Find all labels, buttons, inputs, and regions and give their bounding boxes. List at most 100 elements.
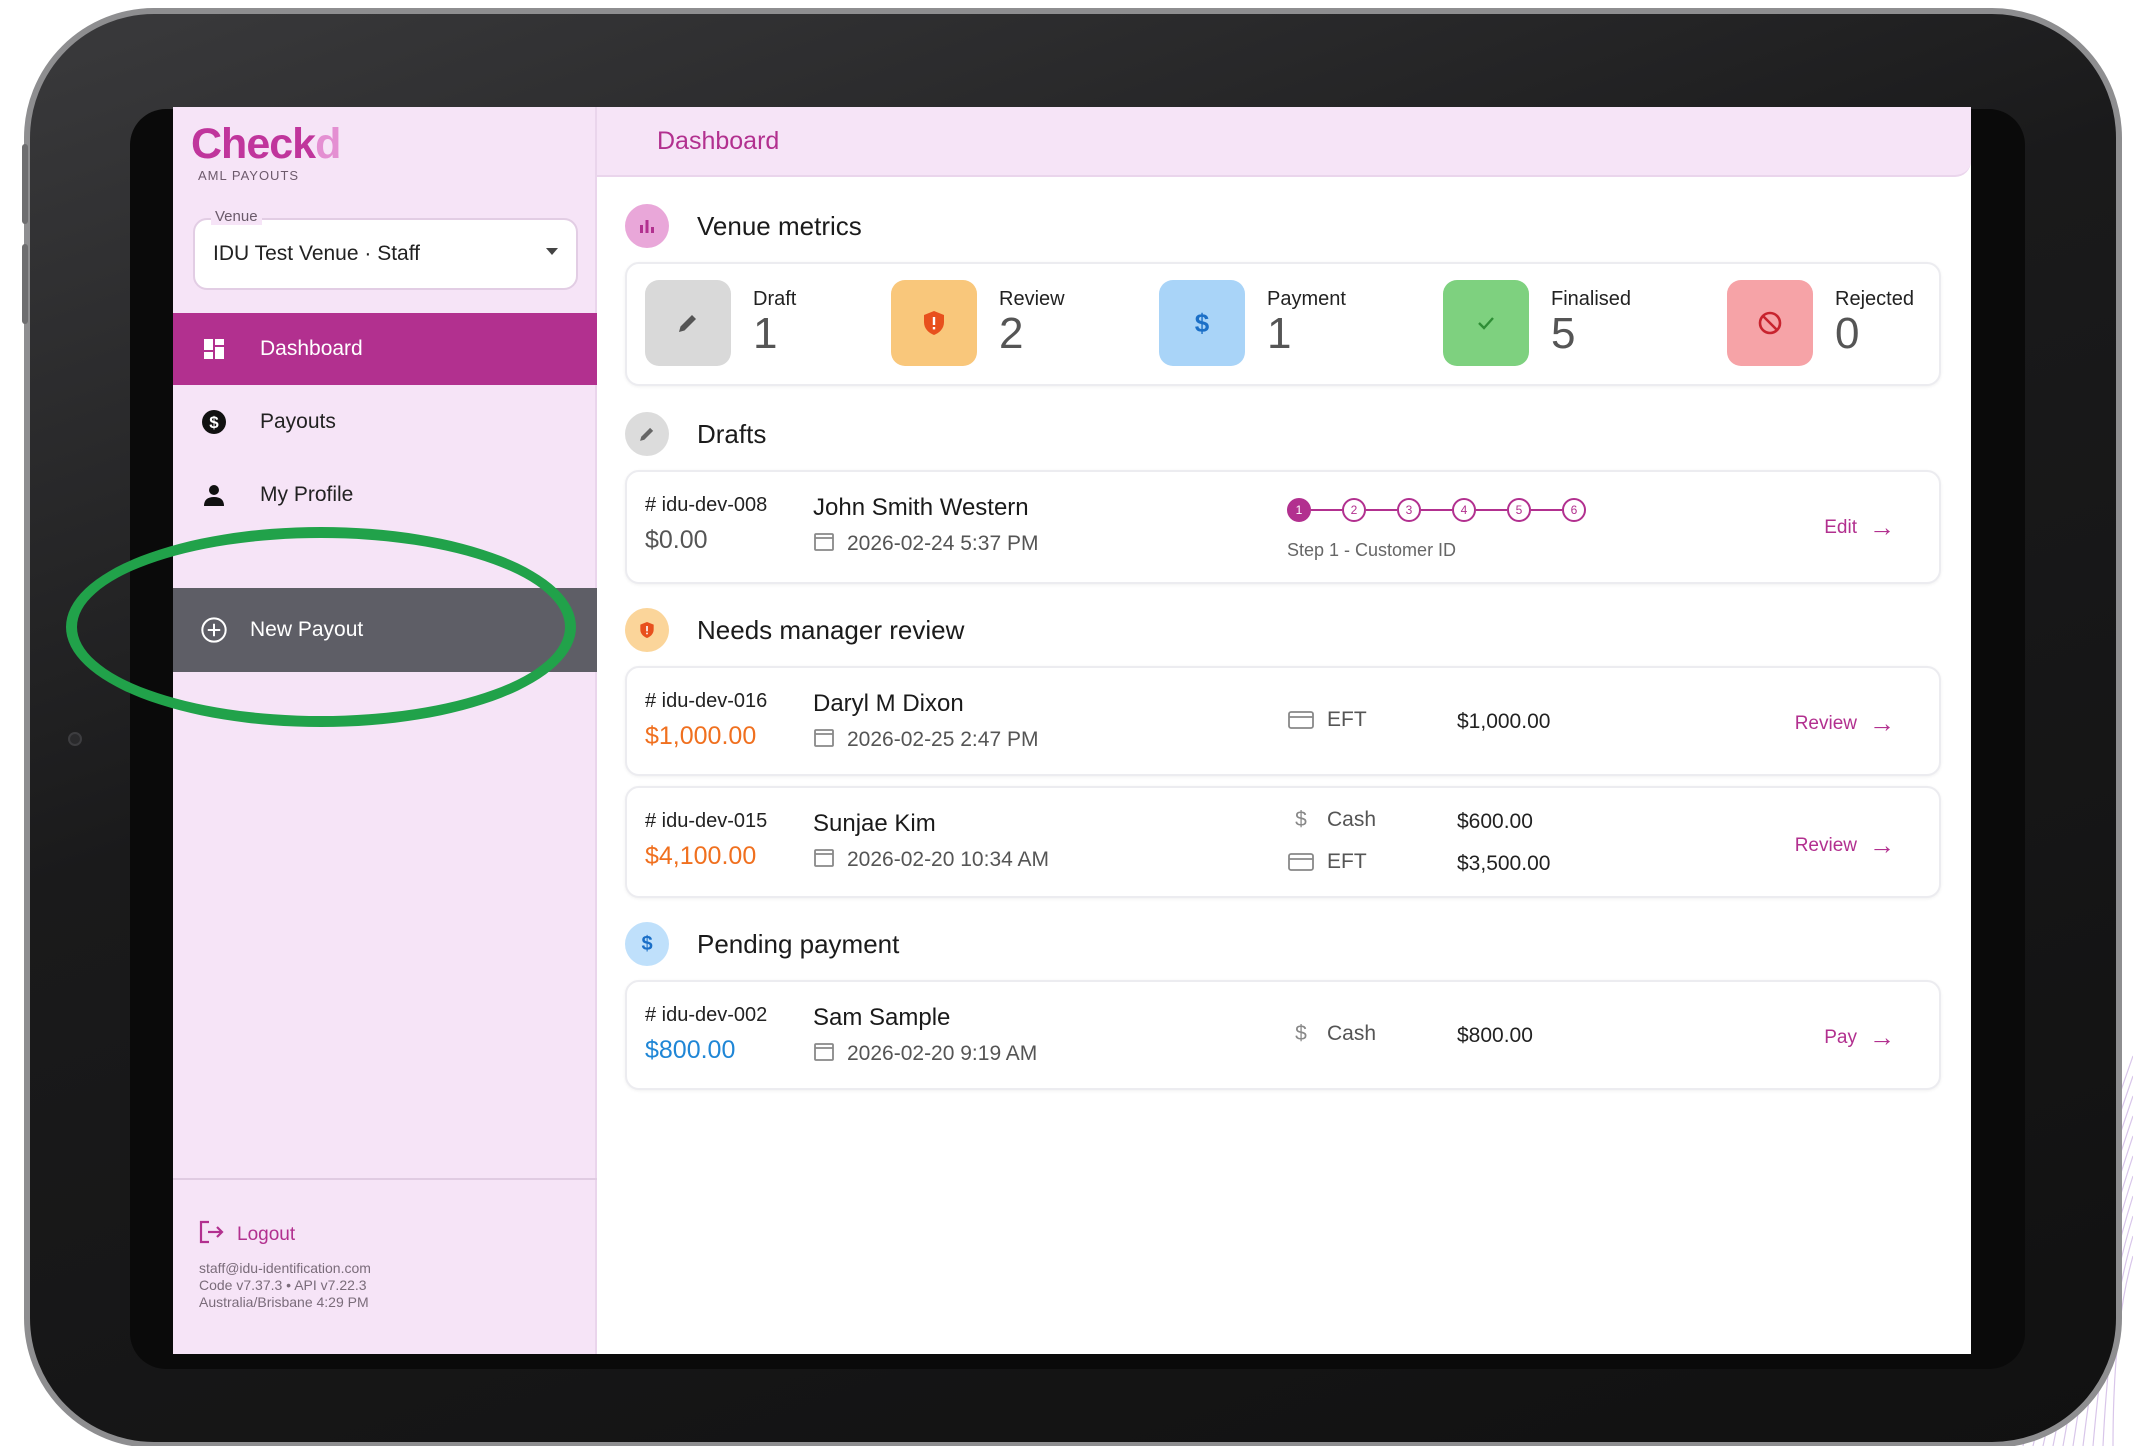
- sidebar-item-dashboard[interactable]: Dashboard: [173, 313, 597, 385]
- app-screen: Checkd AML PAYOUTS Venue IDU Test Venue …: [173, 107, 1971, 1354]
- method-label: EFT: [1327, 850, 1367, 873]
- new-payout-button[interactable]: New Payout: [173, 588, 597, 672]
- payout-date: 2026-02-20 10:34 AM: [813, 846, 1049, 874]
- metric-value: 1: [753, 309, 778, 358]
- progress-stepper: 1 2 3 4 5 6: [1287, 498, 1586, 522]
- metric-payment[interactable]: $ Payment 1: [1159, 280, 1346, 366]
- metric-rejected[interactable]: Rejected 0: [1727, 280, 1914, 366]
- dashboard-icon: [200, 335, 228, 363]
- section-title: Drafts: [697, 418, 767, 449]
- sidebar-item-my-profile[interactable]: My Profile: [173, 459, 597, 531]
- method-amount: $1,000.00: [1457, 710, 1551, 733]
- dollar-icon: $: [1295, 808, 1307, 831]
- shield-alert-icon: [891, 280, 977, 366]
- metric-finalised[interactable]: Finalised 5: [1443, 280, 1631, 366]
- payout-id: # idu-dev-016: [645, 690, 768, 712]
- list-item[interactable]: # idu-dev-008 $0.00 John Smith Western 2…: [625, 470, 1941, 584]
- dollar-icon: $: [1159, 280, 1245, 366]
- check-icon: [1443, 280, 1529, 366]
- metric-label: Finalised: [1551, 288, 1632, 310]
- action-label: Review: [1794, 712, 1857, 734]
- payout-date: 2026-02-24 5:37 PM: [813, 530, 1038, 558]
- session-info: staff@idu-identification.com Code v7.37.…: [199, 1260, 371, 1311]
- payout-date-text: 2026-02-24 5:37 PM: [847, 532, 1039, 555]
- svg-text:$: $: [209, 413, 219, 432]
- list-item[interactable]: # idu-dev-016 $1,000.00 Daryl M Dixon 20…: [625, 666, 1941, 776]
- step-indicator: 2: [1342, 498, 1366, 522]
- venue-select[interactable]: Venue IDU Test Venue · Staff: [193, 208, 578, 290]
- action-label: Review: [1794, 834, 1857, 856]
- dollar-circle-icon: $: [200, 408, 228, 436]
- metric-label: Draft: [753, 288, 797, 310]
- brand-subtitle: AML PAYOUTS: [198, 168, 300, 183]
- metric-value: 1: [1267, 309, 1292, 358]
- volume-button: [22, 244, 28, 324]
- arrow-right-icon: →: [1869, 512, 1895, 542]
- dollar-icon: $: [625, 922, 669, 966]
- review-heading: Needs manager review: [625, 608, 964, 652]
- review-button[interactable]: Review →: [1795, 708, 1895, 739]
- sidebar-item-label: Payouts: [260, 410, 336, 433]
- customer-name: Daryl M Dixon: [813, 690, 964, 717]
- timezone-info: Australia/Brisbane 4:29 PM: [199, 1294, 369, 1310]
- metric-draft[interactable]: Draft 1: [645, 280, 796, 366]
- metric-label: Rejected: [1835, 288, 1914, 310]
- payout-date-text: 2026-02-20 9:19 AM: [847, 1042, 1038, 1065]
- sidebar-item-payouts[interactable]: $ Payouts: [173, 386, 597, 458]
- pencil-icon: [625, 412, 669, 456]
- section-title: Venue metrics: [697, 210, 862, 241]
- step-caption: Step 1 - Customer ID: [1287, 540, 1457, 560]
- payout-date: 2026-02-20 9:19 AM: [813, 1040, 1037, 1068]
- customer-name: Sam Sample: [813, 1004, 951, 1031]
- calendar-icon: [813, 846, 835, 874]
- logout-icon: [199, 1220, 225, 1250]
- method-amount: $3,500.00: [1457, 852, 1551, 875]
- brand-logo[interactable]: Checkd AML PAYOUTS: [191, 120, 341, 184]
- arrow-right-icon: →: [1869, 830, 1895, 860]
- payout-amount: $0.00: [645, 526, 708, 554]
- list-item[interactable]: # idu-dev-015 $4,100.00 Sunjae Kim 2026-…: [625, 786, 1941, 898]
- venue-metrics-heading: Venue metrics: [625, 204, 862, 248]
- payment-method: EFT: [1287, 708, 1367, 732]
- payment-method: EFT: [1287, 850, 1367, 874]
- step-indicator: 1: [1287, 498, 1311, 522]
- calendar-icon: [813, 1040, 835, 1068]
- edit-button[interactable]: Edit →: [1824, 512, 1895, 543]
- action-label: Pay: [1824, 1026, 1857, 1048]
- pay-button[interactable]: Pay →: [1824, 1022, 1895, 1053]
- section-title: Pending payment: [697, 928, 900, 959]
- sidebar: Checkd AML PAYOUTS Venue IDU Test Venue …: [173, 107, 597, 1354]
- brand-name: Check: [191, 120, 316, 168]
- arrow-right-icon: →: [1869, 1022, 1895, 1052]
- venue-label: Venue: [211, 208, 262, 225]
- payout-amount: $800.00: [645, 1036, 736, 1064]
- venue-value: IDU Test Venue · Staff: [213, 242, 421, 265]
- method-amount: $600.00: [1457, 810, 1533, 833]
- step-indicator: 3: [1397, 498, 1421, 522]
- dollar-icon: $: [1295, 1022, 1307, 1045]
- volume-button: [22, 144, 28, 224]
- payout-date-text: 2026-02-25 2:47 PM: [847, 728, 1039, 751]
- logout-link[interactable]: Logout: [199, 1220, 295, 1250]
- customer-name: Sunjae Kim: [813, 810, 936, 837]
- payout-amount: $1,000.00: [645, 722, 757, 750]
- camera: [68, 732, 82, 746]
- card-icon: [1287, 710, 1315, 730]
- step-indicator: 4: [1452, 498, 1476, 522]
- step-indicator: 6: [1562, 498, 1586, 522]
- list-item[interactable]: # idu-dev-002 $800.00 Sam Sample 2026-02…: [625, 980, 1941, 1090]
- calendar-icon: [813, 726, 835, 754]
- brand-name-accent: d: [315, 120, 341, 168]
- metric-review[interactable]: Review 2: [891, 280, 1065, 366]
- metric-value: 5: [1551, 309, 1576, 358]
- method-amount: $800.00: [1457, 1024, 1533, 1047]
- shield-alert-icon: [625, 608, 669, 652]
- payout-id: # idu-dev-008: [645, 494, 768, 516]
- version-info: Code v7.37.3 • API v7.22.3: [199, 1277, 367, 1293]
- metrics-card: Draft1 Review2 $ Payment1 Finalised5: [625, 262, 1941, 386]
- arrow-right-icon: →: [1869, 708, 1895, 738]
- bar-chart-icon: [625, 204, 669, 248]
- block-icon: [1727, 280, 1813, 366]
- review-button[interactable]: Review →: [1795, 830, 1895, 861]
- sidebar-footer: Logout staff@idu-identification.com Code…: [173, 1178, 597, 1354]
